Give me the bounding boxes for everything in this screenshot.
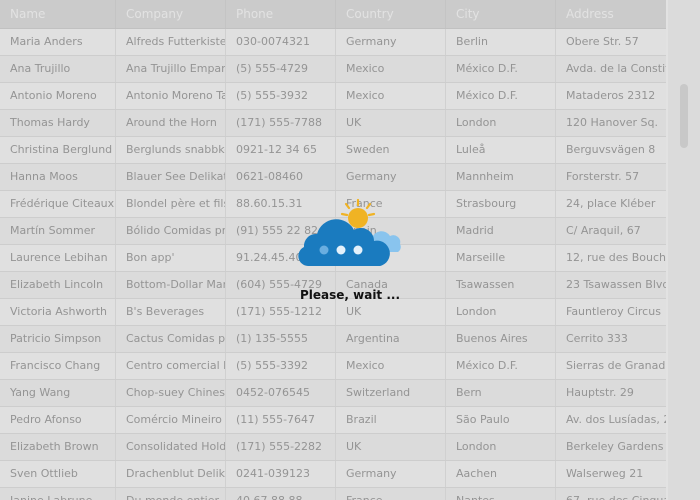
loading-overlay: Please, wait ...: [0, 0, 700, 500]
loading-dot: [336, 245, 346, 255]
loading-dot: [353, 245, 363, 255]
loading-dot: [319, 245, 329, 255]
loading-message: Please, wait ...: [299, 288, 401, 302]
loading-indicator: Please, wait ...: [290, 196, 420, 308]
main-cloud-shape: [298, 219, 390, 266]
cloud-sun-icon: [298, 198, 401, 266]
